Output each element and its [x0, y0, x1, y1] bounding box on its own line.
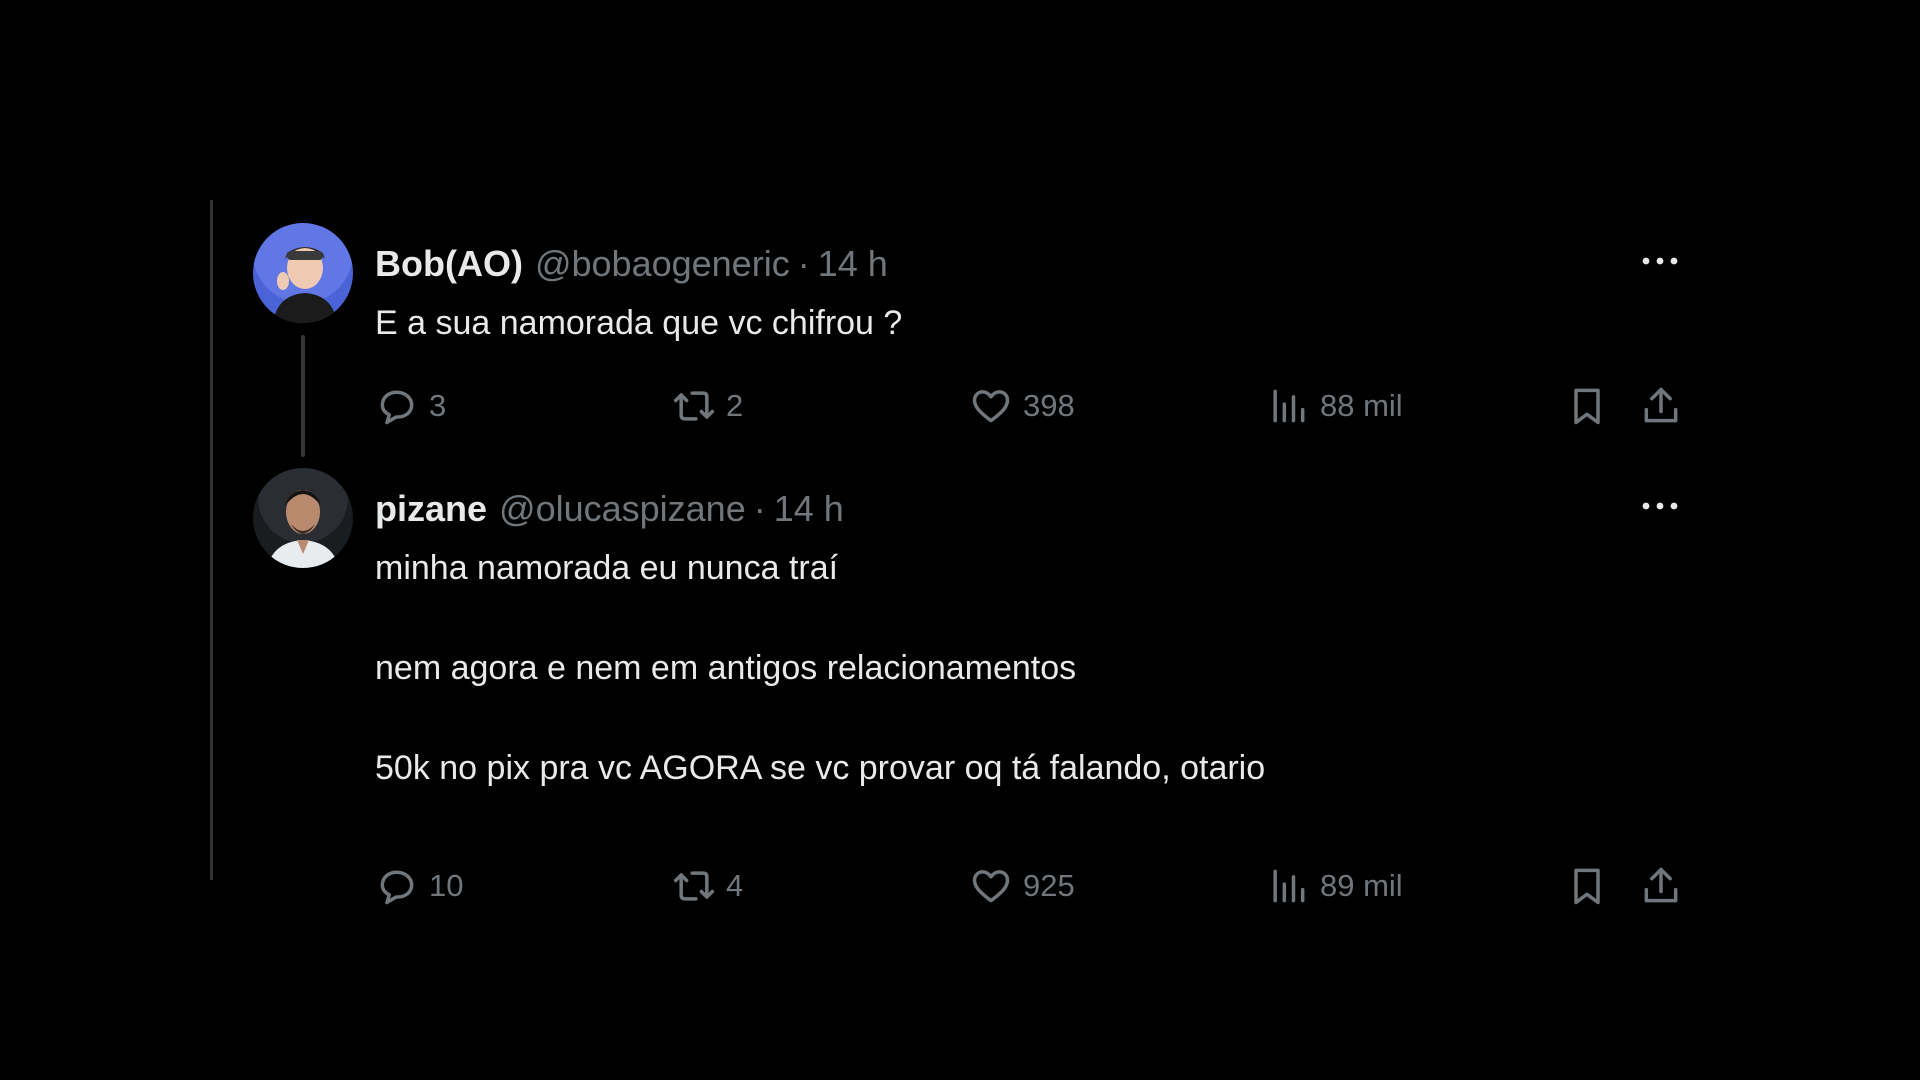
avatar[interactable] — [253, 468, 353, 568]
avatar[interactable] — [253, 223, 353, 323]
retweet-icon — [673, 391, 715, 421]
share-icon — [1644, 387, 1678, 423]
retweet-count: 4 — [726, 868, 744, 903]
bookmark-button[interactable] — [1565, 860, 1609, 912]
more-button[interactable] — [1638, 246, 1682, 276]
reply-button[interactable]: 3 — [375, 380, 446, 432]
views-button[interactable]: 88 mil — [1266, 380, 1403, 432]
like-button[interactable]: 398 — [969, 380, 1075, 432]
reply-button[interactable]: 10 — [375, 860, 463, 912]
like-count: 925 — [1023, 868, 1075, 903]
display-name[interactable]: Bob(AO) — [375, 243, 523, 285]
tweet-text-line: E a sua namorada que vc chifrou ? — [375, 304, 903, 342]
share-button[interactable] — [1639, 380, 1683, 432]
user-handle[interactable]: @bobaogeneric — [535, 243, 790, 285]
reply-icon — [380, 870, 414, 905]
share-button[interactable] — [1639, 860, 1683, 912]
like-button[interactable]: 925 — [969, 860, 1075, 912]
like-icon — [972, 870, 1010, 903]
more-button[interactable] — [1638, 491, 1682, 521]
views-count: 88 mil — [1320, 388, 1403, 423]
views-button[interactable]: 89 mil — [1266, 860, 1403, 912]
reply-count: 3 — [429, 388, 447, 423]
like-icon — [972, 390, 1010, 423]
views-icon — [1273, 869, 1305, 903]
views-icon — [1273, 389, 1305, 423]
tweet[interactable]: Bob(AO) @bobaogeneric · 14 h E a sua nam… — [213, 220, 1693, 460]
retweet-button[interactable]: 4 — [672, 860, 743, 912]
tweet-text-line: nem agora e nem em antigos relacionament… — [375, 649, 1077, 687]
retweet-icon — [673, 871, 715, 901]
tweet-header: Bob(AO) @bobaogeneric · 14 h — [375, 242, 888, 286]
views-count: 89 mil — [1320, 868, 1403, 903]
tweet-header: pizane @olucaspizane · 14 h — [375, 487, 844, 531]
bookmark-icon — [1574, 388, 1600, 425]
bookmark-button[interactable] — [1565, 380, 1609, 432]
timestamp[interactable]: 14 h — [774, 488, 844, 530]
timestamp[interactable]: 14 h — [818, 243, 888, 285]
bookmark-icon — [1574, 868, 1600, 905]
retweet-button[interactable]: 2 — [672, 380, 743, 432]
tweet-text: E a sua namorada que vc chifrou ? — [375, 298, 902, 348]
tweet-text-line: 50k no pix pra vc AGORA se vc provar oq … — [375, 749, 1266, 787]
tweet[interactable]: pizane @olucaspizane · 14 h minha namora… — [213, 465, 1693, 905]
tweet-text: minha namorada eu nunca traí nem agora e… — [375, 543, 1265, 793]
reply-count: 10 — [429, 868, 464, 903]
more-icon — [1642, 257, 1678, 265]
avatar-image — [253, 468, 353, 568]
tweet-actions: 10 4 925 89 mil — [375, 860, 1695, 912]
avatar-image — [253, 223, 353, 323]
thread-connector — [301, 335, 305, 457]
more-icon — [1642, 502, 1678, 510]
retweet-count: 2 — [726, 388, 744, 423]
separator: · — [797, 243, 810, 284]
reply-icon — [380, 390, 414, 425]
share-icon — [1644, 867, 1678, 903]
tweet-actions: 3 2 398 88 mil — [375, 380, 1695, 432]
separator: · — [753, 488, 766, 529]
tweet-text-line: minha namorada eu nunca traí — [375, 549, 839, 587]
tweet-thread: Bob(AO) @bobaogeneric · 14 h E a sua nam… — [210, 200, 1693, 905]
user-handle[interactable]: @olucaspizane — [499, 488, 746, 530]
like-count: 398 — [1023, 388, 1075, 423]
display-name[interactable]: pizane — [375, 488, 487, 530]
